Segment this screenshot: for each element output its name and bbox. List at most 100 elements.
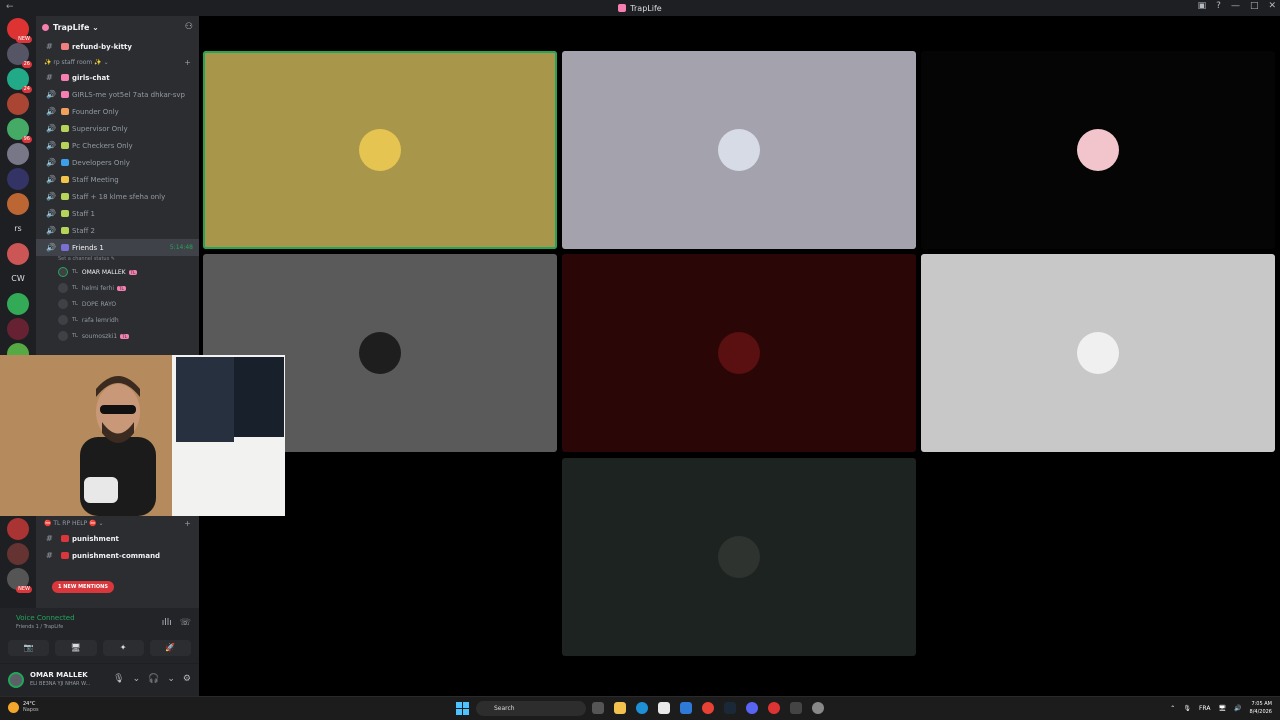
minimize-button[interactable]: — bbox=[1231, 1, 1240, 11]
chrome-icon[interactable] bbox=[702, 702, 714, 714]
mic-icon[interactable]: 🎙 bbox=[113, 674, 124, 684]
channel-item[interactable]: 🔊 GIRLS-me yot5el 7ata dhkar-svp bbox=[36, 86, 199, 103]
participant-tile[interactable] bbox=[562, 51, 916, 249]
channel-item[interactable]: 🔊 Staff 1 bbox=[36, 205, 199, 222]
taskbar-search[interactable]: Search bbox=[476, 701, 586, 716]
settings-app-icon[interactable] bbox=[812, 702, 824, 714]
channel-item[interactable]: 🔊 Staff Meeting bbox=[36, 171, 199, 188]
participant-tile[interactable] bbox=[921, 254, 1275, 452]
channel-item[interactable]: # refund-by-kitty bbox=[36, 38, 199, 55]
add-channel-icon[interactable]: + bbox=[184, 58, 191, 67]
channel-item[interactable]: 🔊 Staff + 18 klme sfeha only bbox=[36, 188, 199, 205]
chevron-up-icon[interactable]: ⌃ bbox=[1170, 705, 1175, 712]
help-icon[interactable]: ? bbox=[1216, 1, 1221, 11]
server-icon[interactable] bbox=[7, 193, 29, 215]
participant-tile[interactable] bbox=[562, 458, 916, 656]
weather-widget[interactable]: 24°C Napos bbox=[8, 701, 39, 713]
channel-type-icon: 🔊 bbox=[46, 209, 56, 218]
channel-status[interactable]: Set a channel status ✎ bbox=[36, 256, 199, 264]
voice-member[interactable]: TL helmi ferhi TL bbox=[36, 280, 199, 296]
voice-member[interactable]: TL DOPE RAYO bbox=[36, 296, 199, 312]
camera-button[interactable]: 📷 bbox=[8, 640, 50, 656]
inbox-icon[interactable]: ▣ bbox=[1198, 1, 1207, 11]
server-icon[interactable] bbox=[7, 143, 29, 165]
participant-tile[interactable] bbox=[203, 51, 557, 249]
close-button[interactable]: ✕ bbox=[1268, 1, 1276, 11]
participant-tile[interactable] bbox=[562, 254, 916, 452]
discord-icon[interactable] bbox=[746, 702, 758, 714]
member-tag: TL bbox=[72, 285, 78, 291]
channel-friends-1[interactable]: 🔊 Friends 1 5:14:48 bbox=[36, 239, 199, 256]
user-status: ELI BE3NA YJI NHAR W... bbox=[30, 681, 91, 687]
server-icon[interactable] bbox=[7, 518, 29, 540]
windows-start-icon[interactable] bbox=[456, 702, 469, 715]
monitor-icon[interactable]: 🖥 bbox=[1218, 705, 1226, 712]
channel-item[interactable]: 🔊 Supervisor Only bbox=[36, 120, 199, 137]
share-screen-button[interactable]: 🖥 bbox=[55, 640, 97, 656]
member-tag: TL bbox=[72, 333, 78, 339]
disconnect-icon[interactable]: ☏ bbox=[180, 618, 191, 628]
noise-suppression-icon[interactable]: ıllı bbox=[162, 618, 172, 628]
server-icon[interactable]: 96 bbox=[7, 118, 32, 143]
voice-member[interactable]: TL soumoszki1 TL bbox=[36, 328, 199, 344]
maximize-button[interactable]: □ bbox=[1250, 1, 1259, 11]
mic-icon[interactable]: 🎙 bbox=[1183, 705, 1191, 712]
streamer-figure bbox=[80, 376, 156, 516]
steam-icon[interactable] bbox=[724, 702, 736, 714]
participant-tile[interactable] bbox=[921, 51, 1275, 249]
channel-label: Developers Only bbox=[72, 158, 130, 167]
category-rp-help[interactable]: ⛔ TL RP HELP ⛔ ⌄ + bbox=[36, 516, 199, 530]
server-icon[interactable] bbox=[7, 93, 29, 115]
channel-item[interactable]: # girls-chat bbox=[36, 69, 199, 86]
server-icon[interactable]: NEW bbox=[7, 18, 32, 43]
channel-item[interactable]: # punishment-command bbox=[36, 547, 199, 564]
category-staff-room[interactable]: ✨ rp staff room ✨ ⌄ + bbox=[36, 55, 199, 69]
server-icon[interactable] bbox=[7, 293, 29, 315]
channel-item[interactable]: 🔊 Pc Checkers Only bbox=[36, 137, 199, 154]
server-icon[interactable]: NEW bbox=[7, 568, 32, 593]
voice-status[interactable]: Voice Connected Friends 1 / TrapLife bbox=[16, 614, 75, 630]
server-icon[interactable]: 24 bbox=[7, 68, 32, 93]
member-badge: TL bbox=[117, 285, 126, 291]
store-icon[interactable] bbox=[658, 702, 670, 714]
channel-item[interactable]: 🔊 Developers Only bbox=[36, 154, 199, 171]
app-icon[interactable] bbox=[790, 702, 802, 714]
avatar[interactable] bbox=[8, 672, 24, 688]
headphones-icon[interactable]: 🎧 bbox=[148, 674, 159, 684]
activities-button[interactable]: ✦ bbox=[102, 640, 144, 656]
mail-icon[interactable] bbox=[680, 702, 692, 714]
server-icon[interactable] bbox=[7, 168, 29, 190]
voice-member[interactable]: TL OMAR MALLEK TL bbox=[36, 264, 199, 280]
app-icon[interactable] bbox=[768, 702, 780, 714]
chevron-down-icon[interactable]: ⌄ bbox=[167, 674, 175, 684]
server-icon[interactable] bbox=[7, 318, 29, 340]
channel-item[interactable]: # punishment bbox=[36, 530, 199, 547]
channel-emoji-icon bbox=[61, 91, 69, 98]
taskbar-clock[interactable]: 7:05 AM 8/4/2026 bbox=[1250, 700, 1272, 716]
server-icon[interactable] bbox=[7, 243, 29, 265]
avatar bbox=[58, 299, 68, 309]
chevron-down-icon[interactable]: ⌄ bbox=[133, 674, 141, 684]
back-arrow-icon[interactable]: ← bbox=[6, 2, 14, 12]
server-icon[interactable] bbox=[7, 543, 29, 565]
gear-icon[interactable]: ⚙ bbox=[183, 674, 191, 684]
channel-item[interactable]: 🔊 Founder Only bbox=[36, 103, 199, 120]
file-explorer-icon[interactable] bbox=[614, 702, 626, 714]
new-mentions-badge[interactable]: 1 NEW MENTIONS bbox=[52, 581, 114, 593]
server-header[interactable]: TrapLife ⌄ ⚇ bbox=[36, 16, 199, 38]
webcam-overlay bbox=[0, 355, 285, 516]
add-member-icon[interactable]: ⚇ bbox=[185, 22, 193, 32]
server-initials[interactable]: rs bbox=[7, 218, 29, 240]
voice-member[interactable]: TL rafa lemridh bbox=[36, 312, 199, 328]
language-indicator[interactable]: FRA bbox=[1199, 705, 1210, 712]
volume-icon[interactable]: 🔊 bbox=[1234, 705, 1241, 712]
avatar bbox=[58, 267, 68, 277]
edge-icon[interactable] bbox=[636, 702, 648, 714]
task-view-icon[interactable] bbox=[592, 702, 604, 714]
server-initials[interactable]: CW bbox=[7, 268, 29, 290]
soundboard-button[interactable]: 🚀 bbox=[149, 640, 191, 656]
channel-item[interactable]: 🔊 Staff 2 bbox=[36, 222, 199, 239]
channel-emoji-icon bbox=[61, 125, 69, 132]
server-icon[interactable]: 26 bbox=[7, 43, 32, 68]
add-channel-icon[interactable]: + bbox=[184, 519, 191, 528]
